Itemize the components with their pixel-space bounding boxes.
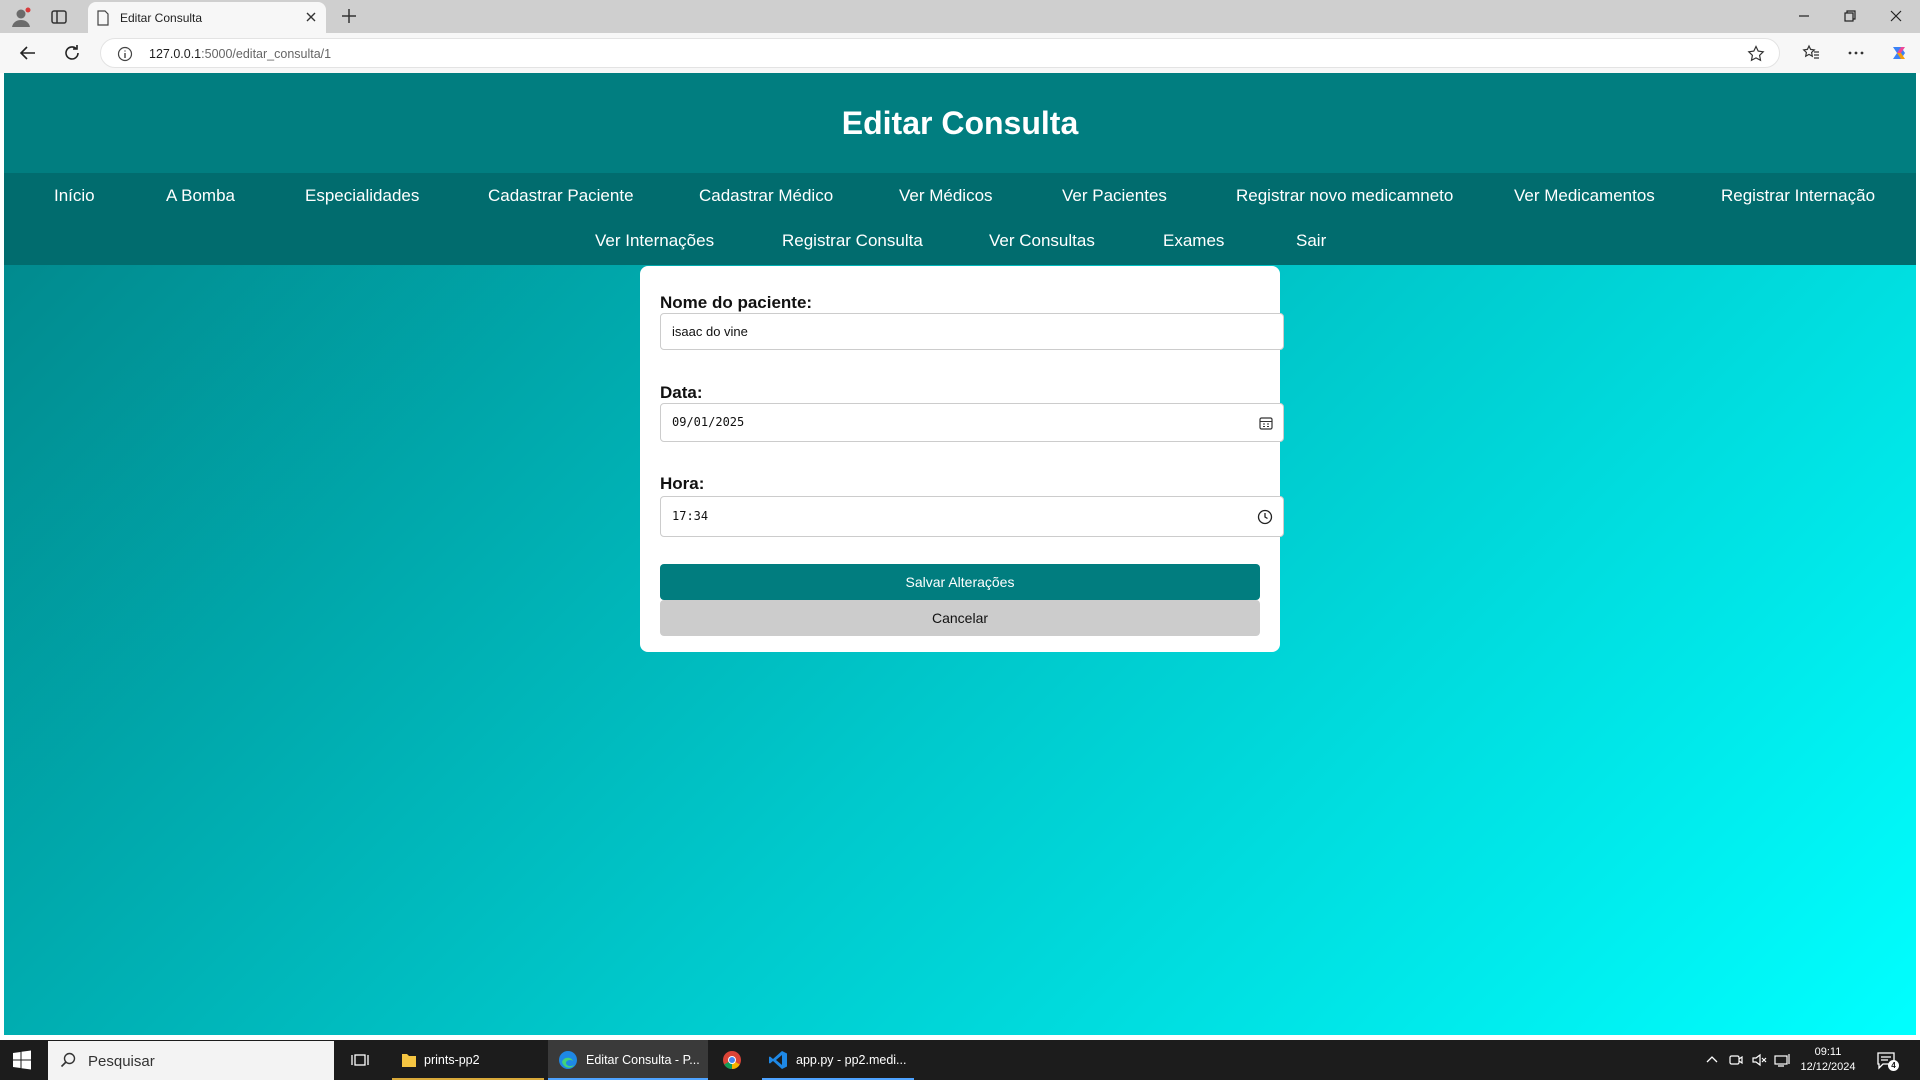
favorites-icon[interactable]	[1802, 44, 1820, 62]
vscode-icon	[769, 1051, 787, 1069]
new-tab-icon[interactable]	[340, 7, 358, 25]
browser-toolbar: 127.0.0.1:5000/editar_consulta/1	[0, 33, 1920, 73]
taskbar-item-label: prints-pp2	[424, 1053, 480, 1067]
network-icon[interactable]	[1774, 1052, 1790, 1068]
nav-registrar-consulta[interactable]: Registrar Consulta	[782, 231, 923, 251]
url-path: :5000/editar_consulta/1	[201, 47, 332, 61]
patient-name-input[interactable]: isaac do vine	[660, 313, 1284, 350]
patient-name-label: Nome do paciente:	[660, 293, 813, 312]
time-input[interactable]: 17:34	[660, 496, 1284, 537]
notifications-icon[interactable]: 4	[1876, 1050, 1899, 1072]
nav-ver-medicamentos[interactable]: Ver Medicamentos	[1514, 186, 1655, 206]
close-window-icon[interactable]	[1887, 7, 1905, 25]
browser-tabstrip: Editar Consulta	[0, 0, 1920, 33]
task-view-icon[interactable]	[351, 1051, 369, 1069]
taskbar-item-label: app.py - pp2.medi...	[796, 1053, 907, 1067]
favorite-star-icon[interactable]	[1747, 45, 1765, 63]
close-tab-icon[interactable]	[304, 10, 318, 24]
nav-registrar-internacao[interactable]: Registrar Internação	[1721, 186, 1875, 206]
nav-inicio[interactable]: Início	[54, 186, 95, 206]
save-changes-button[interactable]: Salvar Alterações	[660, 564, 1260, 600]
document-icon	[97, 10, 109, 26]
system-clock[interactable]: 09:11 12/12/2024	[1796, 1045, 1860, 1075]
nav-registrar-medicamento[interactable]: Registrar novo medicamneto	[1236, 186, 1453, 206]
reload-icon[interactable]	[62, 43, 82, 63]
clock-icon[interactable]	[1257, 509, 1273, 525]
calendar-icon[interactable]	[1258, 415, 1274, 431]
page-viewport: Editar Consulta Início A Bomba Especiali…	[4, 73, 1916, 1035]
cancel-button[interactable]: Cancelar	[660, 600, 1260, 636]
date-value: 09/01/2025	[672, 415, 745, 429]
taskbar-item-edge[interactable]: Editar Consulta - P...	[548, 1040, 708, 1080]
date-input[interactable]: 09/01/2025	[660, 403, 1284, 442]
nav-cadastrar-paciente[interactable]: Cadastrar Paciente	[488, 186, 634, 206]
tab-title: Editar Consulta	[120, 11, 203, 25]
restore-icon[interactable]	[1841, 7, 1859, 25]
more-menu-icon[interactable]	[1847, 44, 1865, 62]
chrome-icon[interactable]	[722, 1050, 742, 1070]
nav-ver-consultas[interactable]: Ver Consultas	[989, 231, 1095, 251]
browser-tab-active[interactable]: Editar Consulta	[88, 2, 326, 33]
minimize-icon[interactable]	[1795, 7, 1813, 25]
address-bar[interactable]: 127.0.0.1:5000/editar_consulta/1	[100, 38, 1780, 68]
date-label: Data:	[660, 383, 703, 402]
clock-time: 09:11	[1814, 1046, 1842, 1058]
windows-taskbar: Pesquisar prints-pp2 Editar Consulta - P…	[0, 1040, 1920, 1080]
search-icon	[60, 1052, 76, 1068]
main-navigation: Início A Bomba Especialidades Cadastrar …	[4, 173, 1916, 265]
nav-ver-pacientes[interactable]: Ver Pacientes	[1062, 186, 1167, 206]
profile-icon[interactable]	[10, 6, 32, 28]
time-value: 17:34	[672, 509, 709, 523]
taskbar-item-vscode[interactable]: app.py - pp2.medi...	[762, 1040, 914, 1080]
notification-count-badge: 4	[1888, 1060, 1899, 1071]
page-header: Editar Consulta	[4, 73, 1916, 173]
tab-actions-icon[interactable]	[50, 8, 68, 26]
taskbar-search[interactable]: Pesquisar	[48, 1041, 334, 1080]
clock-date: 12/12/2024	[1800, 1061, 1856, 1073]
taskbar-item-label: Editar Consulta - P...	[586, 1053, 700, 1067]
volume-muted-icon[interactable]	[1751, 1052, 1767, 1068]
time-label: Hora:	[660, 474, 705, 493]
search-placeholder: Pesquisar	[88, 1053, 155, 1070]
copilot-icon[interactable]	[1889, 43, 1909, 63]
page-title: Editar Consulta	[841, 105, 1079, 141]
url-host: 127.0.0.1	[149, 47, 202, 61]
nav-especialidades[interactable]: Especialidades	[305, 186, 419, 206]
nav-ver-medicos[interactable]: Ver Médicos	[899, 186, 993, 206]
nav-sair[interactable]: Sair	[1296, 231, 1326, 251]
nav-cadastrar-medico[interactable]: Cadastrar Médico	[699, 186, 833, 206]
edge-browser-icon	[559, 1051, 577, 1069]
url-text: 127.0.0.1:5000/editar_consulta/1	[149, 47, 331, 61]
nav-exames[interactable]: Exames	[1163, 231, 1224, 251]
taskbar-item-explorer[interactable]: prints-pp2	[392, 1040, 544, 1080]
nav-a-bomba[interactable]: A Bomba	[166, 186, 235, 206]
back-arrow-icon[interactable]	[18, 43, 38, 63]
site-info-icon[interactable]	[117, 46, 133, 62]
folder-icon	[402, 1054, 416, 1067]
edit-appointment-form: Nome do paciente: isaac do vine Data: 09…	[640, 266, 1284, 652]
nav-ver-internacoes[interactable]: Ver Internações	[595, 231, 714, 251]
chevron-up-icon[interactable]	[1704, 1052, 1720, 1068]
meet-now-icon[interactable]	[1728, 1052, 1744, 1068]
windows-start-icon[interactable]	[12, 1050, 32, 1070]
